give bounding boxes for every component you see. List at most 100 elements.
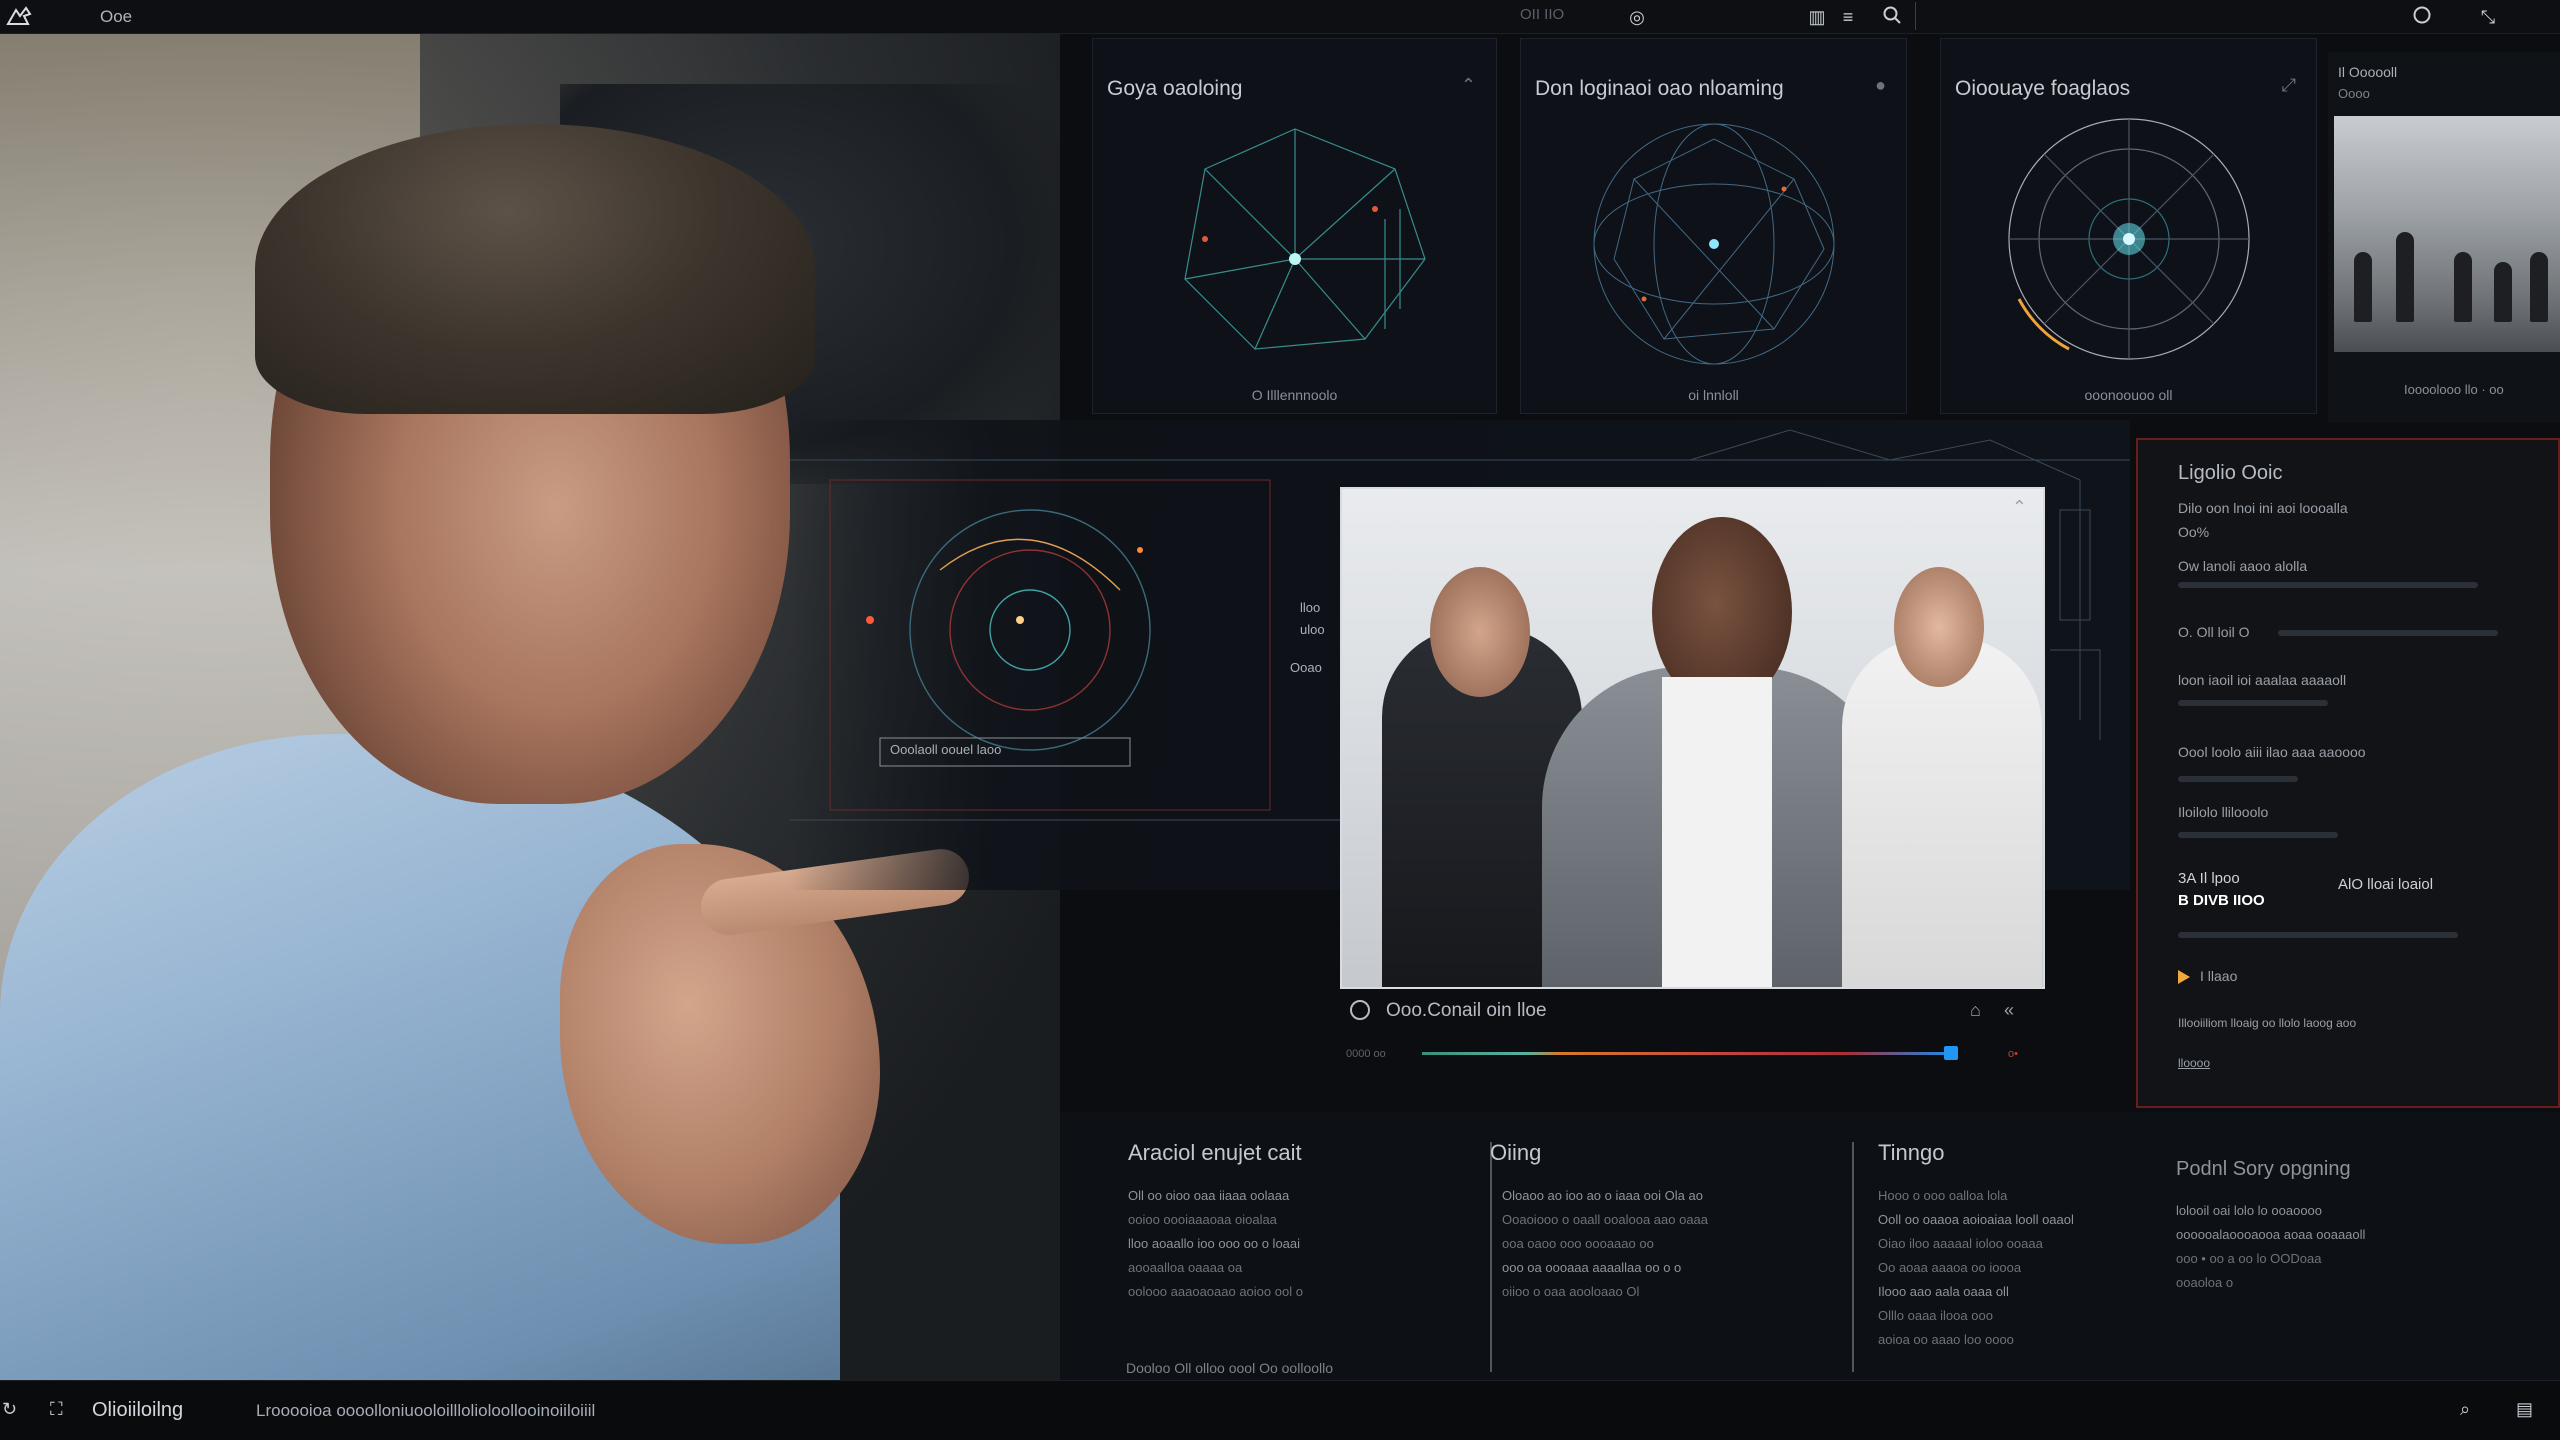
globe-mesh-graphic: [1593, 123, 1834, 365]
colleague-right: [1842, 567, 2042, 987]
fullscreen-icon[interactable]: ⛶: [50, 1399, 63, 1420]
insight-bar: [2178, 932, 2458, 938]
insight-chip[interactable]: B DIVB IIOO: [2178, 892, 2265, 909]
insight-line: Ow lanoli aaoo alolla: [2178, 558, 2308, 574]
thumbnail-sub: Oooo: [2338, 86, 2370, 101]
cast-icon[interactable]: ⌂: [1970, 1000, 1981, 1021]
insight-bar: [2278, 630, 2498, 636]
column-text: aoioa oo aaao loo oooo: [1878, 1332, 2014, 1347]
status-dot-icon[interactable]: ●: [1875, 75, 1886, 96]
info-column-4: Podnl Sory opgning lolooil oai lolo lo o…: [2176, 1158, 2365, 1295]
app-title: Ooe: [100, 7, 133, 26]
app-logo-icon[interactable]: [6, 6, 32, 28]
video-controls: Ooo.Conail oin lloe ⌂ « 0000 oo o•: [1340, 992, 2045, 1062]
insight-chip[interactable]: 3A Il lpoo: [2178, 870, 2240, 887]
insight-footer-link[interactable]: lloooo: [2178, 1056, 2210, 1070]
insight-line[interactable]: I llaao: [2200, 968, 2237, 984]
collapse-icon[interactable]: ⌃: [1461, 75, 1476, 96]
status-name: Olioiiloilng: [92, 1399, 184, 1421]
status-path: Lrooooioa oooolloniuooloilllolioloollooi…: [256, 1401, 596, 1420]
column-text: ooa oaoo ooo oooaaao oo: [1502, 1236, 1654, 1251]
column-divider: [1852, 1142, 1854, 1372]
visual-card-2[interactable]: Don loginaoi oao nloaming ● oi lnnloll: [1520, 38, 1907, 414]
insight-line: Iloilolo llilooolo: [2178, 804, 2269, 820]
column-heading: Oiing: [1490, 1140, 1542, 1165]
column-text: Oll oo oioo oaa iiaaa oolaaa: [1128, 1188, 1290, 1203]
column-heading: Podnl Sory opgning: [2176, 1158, 2351, 1180]
record-icon[interactable]: [2410, 5, 2434, 29]
progress-track[interactable]: [1422, 1052, 1950, 1055]
column-text: Oiao iloo aaaaal ioloo ooaaa: [1878, 1236, 2043, 1251]
column-text: ooaoloa o: [2176, 1275, 2234, 1290]
collapse-icon[interactable]: ⤡: [2476, 5, 2500, 29]
visual-card-1[interactable]: Goya oaoloing ⌃ O Illlennnoolo: [1092, 38, 1497, 414]
column-text: Oloaoo ao ioo ao o iaaa ooi Ola ao: [1502, 1188, 1703, 1203]
column-text: Ilooo aao aala oaaa oll: [1878, 1284, 2009, 1299]
column-text: Oo aoaa aaaoa oo ioooa: [1878, 1260, 2022, 1275]
rewind-icon[interactable]: «: [2004, 1000, 2014, 1021]
main-speaker: [1542, 517, 1892, 987]
column-text: oiioo o oaa aooloaao Ol: [1502, 1284, 1640, 1299]
time-end: o•: [2008, 1048, 2018, 1060]
pedestrian: [2354, 252, 2372, 322]
info-column-3: Tinngo Hooo o ooo oalloa lola Ooll oo oa…: [1878, 1140, 2074, 1352]
column-text: oolooo aaaoaoaao aoioo ool o: [1128, 1284, 1303, 1299]
column-heading: Tinngo: [1878, 1140, 1945, 1165]
presenter-hair: [255, 124, 815, 414]
blueprint-side-label: Ooao: [1290, 660, 1322, 675]
search-icon[interactable]: [1880, 5, 1904, 29]
column-text: lolooil oai lolo lo ooaoooo: [2176, 1203, 2323, 1218]
card-title: Don loginaoi oao nloaming: [1535, 77, 1784, 100]
pedestrian: [2454, 252, 2472, 322]
insight-line: loon iaoil ioi aaalaa aaaaoll: [2178, 672, 2347, 688]
play-icon[interactable]: [1350, 1000, 1370, 1020]
insight-line: Oo%: [2178, 524, 2210, 540]
insight-bar: [2178, 776, 2298, 782]
fullscreen-icon[interactable]: ⌃: [2012, 497, 2027, 518]
street-thumbnail[interactable]: Il Oooooll Oooo Ioooolooo llo · oo: [2328, 52, 2560, 422]
expand-icon[interactable]: ⤢: [2282, 75, 2296, 96]
video-player[interactable]: ⌃: [1340, 487, 2045, 989]
bottom-footer-text: Dooloo Oll olloo oool Oo oolloollo: [1126, 1360, 1334, 1376]
layout-icon[interactable]: ▥: [1805, 5, 1829, 29]
search-icon[interactable]: ⌕: [2460, 1399, 2470, 1420]
insight-chip[interactable]: AlO lloai loaiol: [2338, 876, 2433, 893]
play-arrow-icon[interactable]: [2178, 970, 2190, 984]
top-bar: Ooe OII IIO ◎ ▥ ≡ ⤡: [0, 0, 2560, 34]
street-image: [2334, 116, 2560, 352]
pedestrian: [2494, 262, 2512, 322]
column-text: ooioo oooiaaaoaa oioalaa: [1128, 1212, 1277, 1227]
column-text: Ooll oo oaaoa aoioaiaa looll oaaol: [1878, 1212, 2074, 1227]
visual-card-3[interactable]: Oioouaye foaglaos ⤢ ooonoouoo oll: [1940, 38, 2317, 414]
card-title: Goya oaoloing: [1107, 77, 1243, 100]
colleague-left-face: [1430, 567, 1530, 697]
colleague-right-face: [1894, 567, 1984, 687]
card-title: Oioouaye foaglaos: [1955, 77, 2131, 100]
time-start: 0000 oo: [1346, 1048, 1386, 1060]
main-speaker-shirt: [1662, 677, 1772, 987]
panel-icon[interactable]: ▤: [2516, 1399, 2533, 1420]
insight-bar: [2178, 700, 2328, 706]
status-bar: ↻ ⛶ Olioiiloilng Lrooooioa oooolloniuool…: [0, 1380, 2560, 1440]
insight-heading: Ligolio Ooic: [2178, 462, 2283, 484]
progress-knob[interactable]: [1944, 1046, 1958, 1060]
share-icon[interactable]: ◎: [1625, 5, 1649, 29]
back-icon[interactable]: ↻: [2, 1399, 17, 1420]
network-sphere-graphic: [1183, 128, 1426, 350]
thumbnail-caption: Ioooolooo llo · oo: [2404, 382, 2504, 397]
insight-bar: [2178, 582, 2478, 588]
insight-bar: [2178, 832, 2338, 838]
insight-line: Illooiiliom lloaig oo llolo laoog aoo: [2178, 1016, 2357, 1030]
column-text: Ooaoiooo o oaall ooalooa aao oaaa: [1502, 1212, 1709, 1227]
card-caption: oi lnnloll: [1688, 387, 1739, 403]
column-text: oooooalaoooaooa aoaa ooaaaoll: [2176, 1227, 2366, 1242]
blueprint-label: Ooolaoll oouel laoo: [890, 742, 1002, 757]
insight-line: O. Oll loil O: [2178, 624, 2250, 640]
column-text: ooo oa oooaaa aaaallaa oo o o: [1502, 1260, 1682, 1275]
column-text: Hooo o ooo oalloa lola: [1878, 1188, 2008, 1203]
insight-panel: Ligolio Ooic Dilo oon lnoi ini aoi loooa…: [2136, 438, 2560, 1108]
menu-icon[interactable]: ≡: [1836, 5, 1860, 29]
column-text: ooo • oo a oo lo OODoaa: [2176, 1251, 2322, 1266]
video-title: Ooo.Conail oin lloe: [1386, 1000, 1547, 1021]
info-column-1: Araciol enujet cait Oll oo oioo oaa iiaa…: [1128, 1140, 1303, 1304]
